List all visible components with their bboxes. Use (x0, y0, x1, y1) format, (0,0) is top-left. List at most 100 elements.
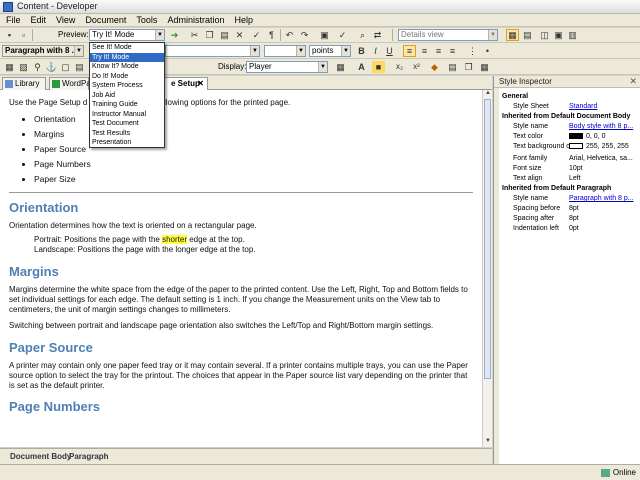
scroll-thumb[interactable] (484, 99, 491, 379)
tab-page-setup[interactable]: e Setup ✕ (162, 77, 208, 90)
dropdown-option[interactable]: Test Results (90, 129, 164, 139)
layout-frame-icon[interactable]: ▣ (552, 29, 565, 41)
eraser-icon[interactable]: ◆ (428, 61, 441, 73)
anchor-icon[interactable]: ⚓ (45, 61, 58, 73)
frame-insert-icon[interactable]: ▢ (59, 61, 72, 73)
dropdown-option[interactable]: Test Document (90, 119, 164, 129)
prop-key: Text color (513, 133, 543, 140)
style-name-link[interactable]: Paragraph with 8 p... (569, 194, 634, 204)
section-label: General (502, 93, 529, 100)
units-select[interactable]: points ▼ (309, 45, 351, 57)
image-icon[interactable]: ▨ (17, 61, 30, 73)
copy-icon[interactable]: ❐ (203, 29, 216, 41)
align-right-icon[interactable]: ≡ (432, 45, 445, 57)
bullet-list-icon[interactable]: • (481, 45, 494, 57)
print-icon[interactable]: ▤ (446, 61, 459, 73)
underline-button[interactable]: U (383, 45, 396, 57)
layout-column-icon[interactable]: ▥ (566, 29, 579, 41)
grid-icon[interactable]: ▤ (73, 61, 86, 73)
layout-split-icon[interactable]: ◫ (538, 29, 551, 41)
justify-icon[interactable]: ≡ (446, 45, 459, 57)
dropdown-option[interactable]: Do It! Mode (90, 72, 164, 82)
vertical-scrollbar[interactable]: ▲ ▼ (482, 90, 492, 447)
link-icon[interactable]: ⚲ (31, 61, 44, 73)
grid-small-icon[interactable]: ▦ (478, 61, 491, 73)
dropdown-option[interactable]: Training Guide (90, 100, 164, 110)
display-select[interactable]: Player ▼ (246, 61, 328, 73)
style-sheet-link[interactable]: Standard (569, 102, 597, 112)
menu-help[interactable]: Help (228, 14, 257, 25)
dropdown-option-selected[interactable]: Try It! Mode (90, 52, 164, 62)
chevron-down-icon[interactable]: ▼ (250, 46, 259, 56)
frame-icon[interactable]: ▣ (318, 29, 331, 41)
table-props-icon[interactable]: ▦ (334, 61, 347, 73)
menu-document[interactable]: Document (79, 14, 130, 25)
style-name-link[interactable]: Body style with 8 p... (569, 122, 633, 132)
paragraph-icon[interactable]: ¶ (265, 29, 278, 41)
path-document-body[interactable]: Document Body (10, 452, 71, 461)
scroll-down-icon[interactable]: ▼ (483, 438, 493, 447)
undo-icon[interactable]: ↶ (283, 29, 296, 41)
subscript-button[interactable]: x₂ (393, 61, 406, 73)
section-general[interactable]: General (499, 92, 640, 102)
chevron-down-icon[interactable]: ▼ (318, 62, 327, 72)
chevron-down-icon[interactable]: ▼ (155, 30, 164, 40)
save-icon[interactable]: ▪ (3, 29, 16, 41)
replace-icon[interactable]: ⇄ (371, 29, 384, 41)
dropdown-option[interactable]: Know It? Mode (90, 62, 164, 72)
paste-icon[interactable]: ▤ (218, 29, 231, 41)
scroll-up-icon[interactable]: ▲ (483, 90, 493, 99)
status-bar: Online (0, 464, 640, 480)
find-icon[interactable]: ⌕ (356, 29, 369, 41)
menu-administration[interactable]: Administration (161, 14, 228, 25)
numbered-list-icon[interactable]: ⋮ (466, 45, 479, 57)
table-icon[interactable]: ▦ (3, 61, 16, 73)
style-select[interactable]: Paragraph with 8 ... ▼ (2, 45, 84, 57)
superscript-button[interactable]: x² (410, 61, 423, 73)
delete-icon[interactable]: ✕ (233, 29, 246, 41)
close-tab-icon[interactable]: ✕ (197, 78, 204, 90)
chevron-down-icon[interactable]: ▼ (296, 46, 305, 56)
dropdown-option[interactable]: Job Aid (90, 91, 164, 101)
dropdown-option[interactable]: System Process (90, 81, 164, 91)
align-left-icon[interactable]: ≡ (403, 45, 416, 57)
dropdown-option[interactable]: Instructor Manual (90, 110, 164, 120)
check-icon[interactable]: ✓ (250, 29, 263, 41)
close-icon[interactable]: ✕ (629, 76, 637, 87)
layout-details-icon[interactable]: ▦ (506, 29, 519, 41)
preview-mode-select[interactable]: Try It! Mode ▼ (89, 29, 165, 41)
tab-library[interactable]: Library (2, 77, 46, 90)
bold-button[interactable]: B (355, 45, 368, 57)
font-select[interactable]: ▼ (165, 45, 260, 57)
go-icon[interactable]: ➔ (168, 29, 181, 41)
align-center-icon[interactable]: ≡ (418, 45, 431, 57)
chevron-down-icon[interactable]: ▼ (74, 46, 83, 56)
dropdown-option[interactable]: Presentation (90, 138, 164, 148)
menu-file[interactable]: File (0, 14, 25, 25)
path-paragraph[interactable]: Paragraph (69, 452, 109, 461)
open-icon[interactable]: ▫ (17, 29, 30, 41)
copy-format-icon[interactable]: ❐ (462, 61, 475, 73)
redo-icon[interactable]: ↷ (298, 29, 311, 41)
chevron-down-icon[interactable]: ▼ (488, 30, 497, 40)
prop-key: Style Sheet (513, 103, 549, 110)
menu-edit[interactable]: Edit (25, 14, 51, 25)
portrait-post: edge at the top. (186, 235, 245, 244)
view-select[interactable]: Details view ▼ (398, 29, 498, 41)
highlight-icon[interactable]: ■ (372, 61, 385, 73)
section-inherited-doc[interactable]: Inherited from Default Document Body (499, 112, 640, 122)
spell-icon[interactable]: ✓ (336, 29, 349, 41)
document-editor[interactable]: Use the Page Setup d following options fo… (0, 90, 482, 447)
menu-view[interactable]: View (50, 14, 79, 25)
tab-wordpad[interactable]: WordPa... (49, 77, 97, 90)
italic-button[interactable]: I (369, 45, 382, 57)
font-color-icon[interactable]: A (355, 61, 368, 73)
dropdown-option[interactable]: See It! Mode (90, 43, 164, 53)
section-inherited-para[interactable]: Inherited from Default Paragraph (499, 184, 640, 194)
size-select[interactable]: ▼ (264, 45, 306, 57)
toolbar-main: ▪ ▫ Preview: Try It! Mode ▼ ➔ ✂ ❐ ▤ ✕ ✓ … (0, 28, 640, 43)
layout-list-icon[interactable]: ▤ (521, 29, 534, 41)
cut-icon[interactable]: ✂ (188, 29, 201, 41)
menu-tools[interactable]: Tools (130, 14, 161, 25)
chevron-down-icon[interactable]: ▼ (341, 46, 350, 56)
